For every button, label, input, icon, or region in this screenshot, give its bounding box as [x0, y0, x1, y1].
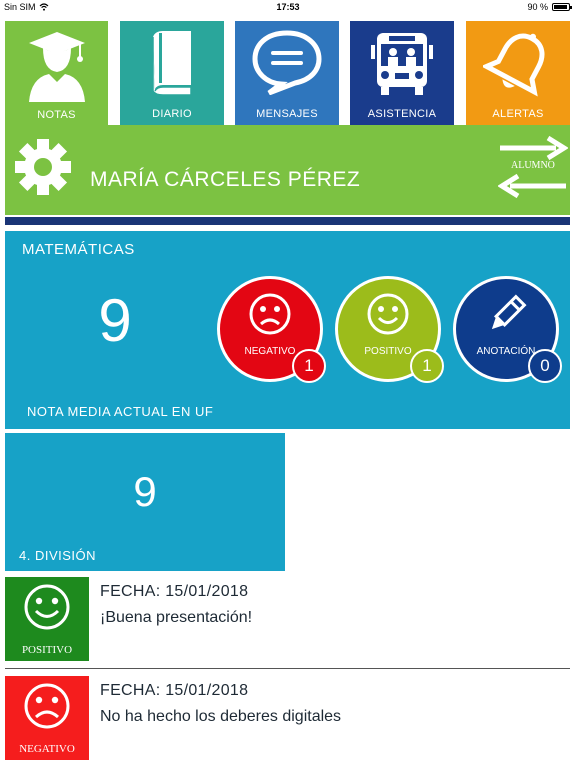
header-divider — [5, 217, 570, 225]
alumno-label: ALUMNO — [511, 160, 555, 171]
tab-mensajes[interactable]: MENSAJES — [235, 21, 339, 125]
student-name: MARÍA CÁRCELES PÉREZ — [90, 168, 361, 191]
division-label: 4. DIVISIÓN — [19, 548, 97, 563]
list-separator — [5, 668, 570, 669]
book-icon — [152, 31, 192, 95]
pencil-icon — [491, 294, 527, 330]
gear-icon[interactable] — [14, 138, 72, 196]
annotation-date: FECHA: 15/01/2018 — [100, 682, 249, 699]
school-bus-icon — [371, 33, 433, 95]
tab-diario-label: DIARIO — [152, 108, 192, 120]
annotation-type-label: POSITIVO — [21, 644, 73, 656]
average-grade: 9 — [98, 287, 132, 354]
annotation-summary-button[interactable]: ANOTACIÓN 0 — [453, 276, 562, 383]
annotation-item[interactable]: POSITIVO FECHA: 15/01/2018 ¡Buena presen… — [0, 577, 576, 669]
subject-name: MATEMÁTICAS — [22, 241, 135, 258]
annotation-date: FECHA: 15/01/2018 — [100, 583, 249, 600]
tab-mensajes-label: MENSAJES — [256, 108, 318, 120]
negative-summary-button[interactable]: NEGATIVO 1 — [217, 276, 326, 383]
annotation-text: No ha hecho los deberes digitales — [100, 708, 342, 725]
status-bar: Sin SIM 17:53 90 % — [0, 0, 576, 16]
tab-notas[interactable]: NOTAS — [5, 21, 108, 131]
annotation-item[interactable]: NEGATIVO FECHA: 15/01/2018 No ha hecho l… — [0, 676, 576, 764]
tab-alertas-label: ALERTAS — [492, 108, 544, 120]
average-grade-label: NOTA MEDIA ACTUAL EN UF — [27, 404, 214, 419]
graduate-icon — [29, 32, 85, 102]
happy-face-icon — [367, 293, 409, 335]
annotation-type-tile: POSITIVO — [5, 577, 89, 661]
annotation-count-badge: 0 — [528, 349, 562, 383]
sad-face-icon — [24, 683, 70, 729]
bell-icon — [483, 33, 545, 97]
tab-asistencia[interactable]: ASISTENCIA — [350, 21, 454, 125]
positive-summary-button[interactable]: POSITIVO 1 — [335, 276, 444, 383]
battery-icon — [552, 3, 572, 11]
tab-asistencia-label: ASISTENCIA — [367, 108, 437, 120]
tab-notas-label: NOTAS — [37, 109, 76, 121]
clock: 17:53 — [276, 2, 300, 12]
happy-face-icon — [24, 584, 70, 630]
positive-count-badge: 1 — [410, 349, 444, 383]
tab-alertas[interactable]: ALERTAS — [466, 21, 570, 125]
annotation-type-label: NEGATIVO — [19, 743, 75, 755]
battery-area: 90 % — [527, 2, 572, 12]
negative-count-badge: 1 — [292, 349, 326, 383]
division-grade: 9 — [133, 468, 157, 515]
sad-face-icon — [249, 293, 291, 335]
chat-bubble-icon — [252, 30, 322, 95]
division-grade-tile[interactable]: 9 4. DIVISIÓN — [5, 433, 285, 571]
annotation-type-tile: NEGATIVO — [5, 676, 89, 760]
subject-panel: MATEMÁTICAS 9 NOTA MEDIA ACTUAL EN UF NE… — [5, 231, 570, 429]
tab-diario[interactable]: DIARIO — [120, 21, 224, 125]
battery-percent: 90 % — [527, 2, 548, 12]
battery-fill — [554, 5, 567, 9]
annotation-text: ¡Buena presentación! — [100, 609, 253, 626]
